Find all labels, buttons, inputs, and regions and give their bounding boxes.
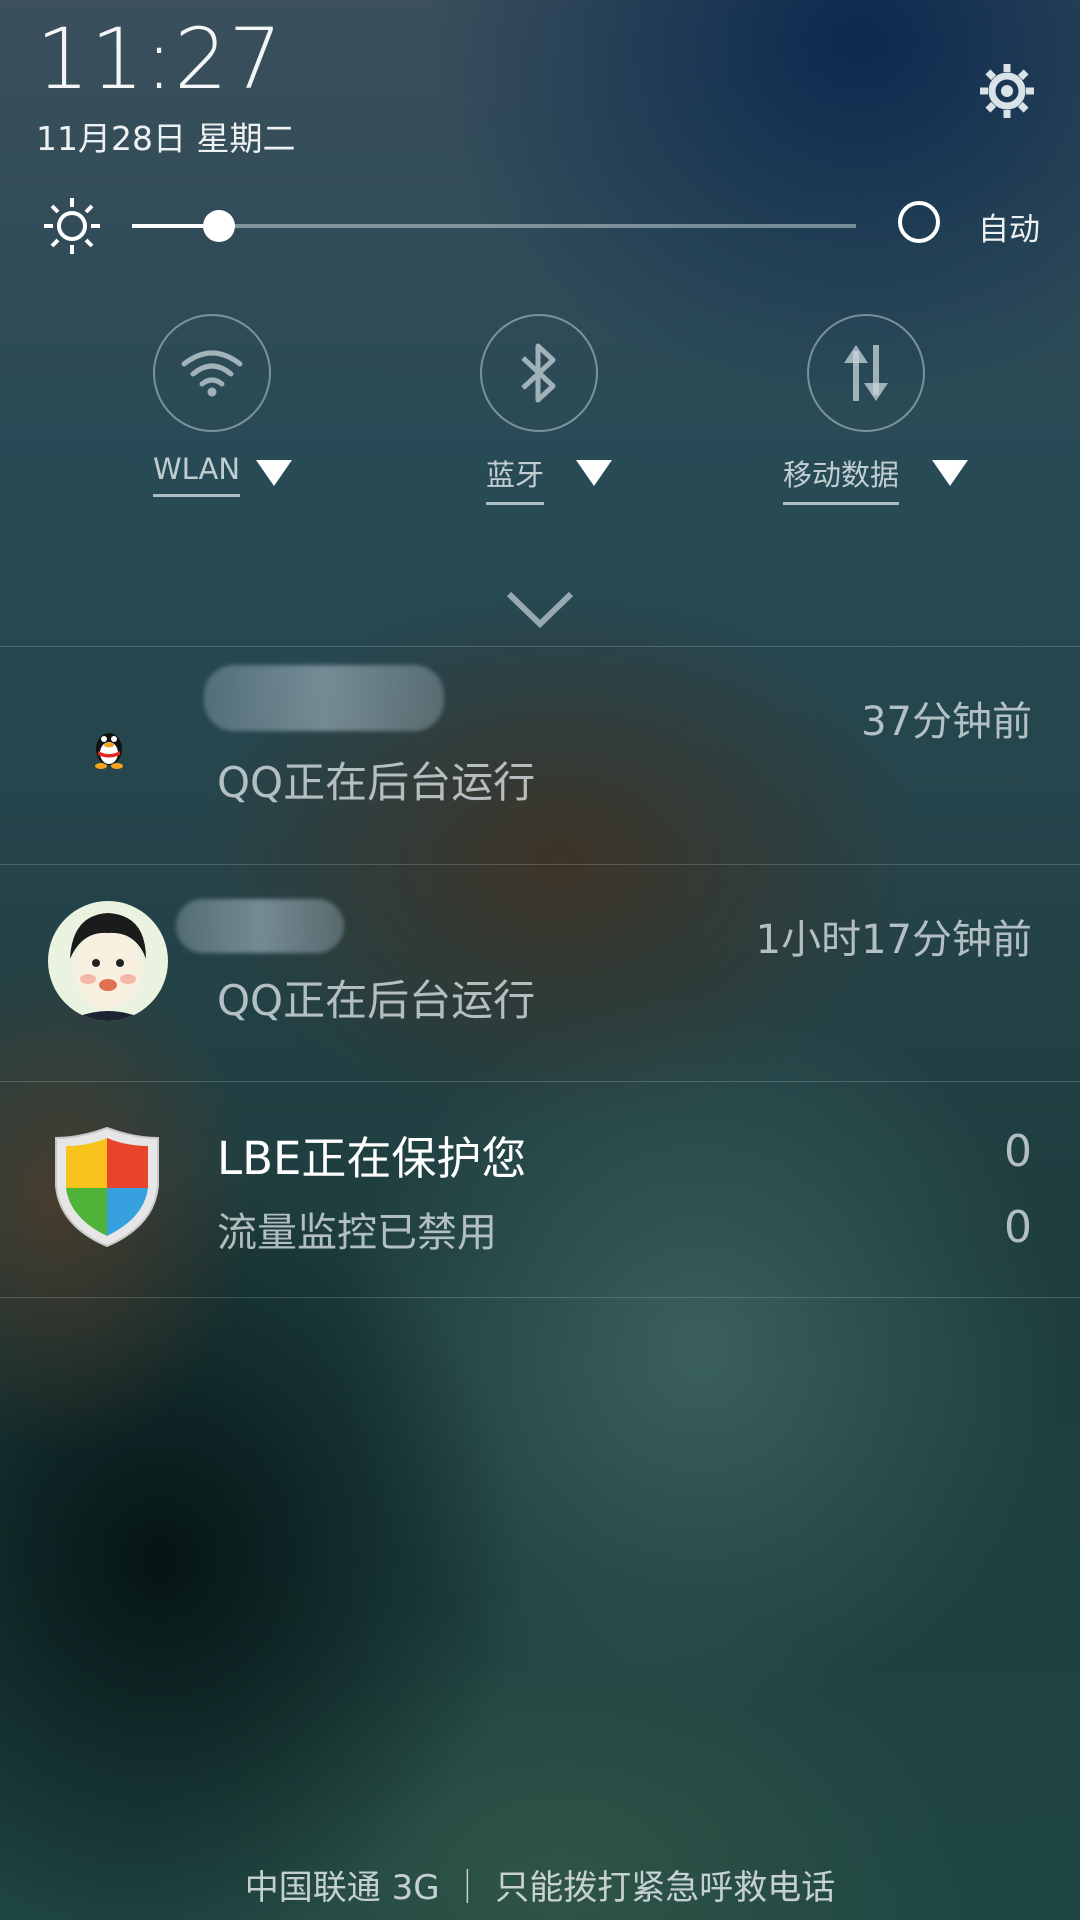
sun-icon bbox=[44, 198, 100, 254]
value-bottom: 0 bbox=[1004, 1202, 1032, 1253]
brightness-thumb[interactable] bbox=[202, 210, 235, 242]
notification-subtitle: QQ正在后台运行 bbox=[217, 976, 536, 1025]
avatar bbox=[48, 901, 168, 1021]
notification-subtitle: 流量监控已禁用 bbox=[217, 1210, 497, 1256]
notification-subtitle: QQ正在后台运行 bbox=[217, 758, 536, 807]
notification-qq-2[interactable]: 1小时17分钟前 QQ正在后台运行 bbox=[0, 865, 1080, 1081]
notification-time: 37分钟前 bbox=[861, 699, 1032, 745]
clock: 11:27 bbox=[36, 10, 284, 108]
bluetooth-icon bbox=[521, 343, 556, 403]
divider bbox=[0, 1297, 1080, 1298]
notification-title: LBE正在保护您 bbox=[217, 1132, 527, 1185]
carrier-status: 中国联通 3G ｜ 只能拨打紧急呼救电话 bbox=[244, 1868, 836, 1908]
date: 11月28日 星期二 bbox=[36, 119, 296, 158]
auto-brightness-checkbox[interactable] bbox=[898, 201, 940, 243]
auto-brightness-label: 自动 bbox=[978, 212, 1040, 248]
mobile-data-toggle[interactable] bbox=[807, 314, 925, 432]
redacted-title bbox=[176, 899, 344, 953]
wlan-expand-icon[interactable] bbox=[256, 460, 292, 486]
shield-icon bbox=[55, 1126, 159, 1248]
wifi-icon bbox=[181, 350, 243, 397]
qq-penguin-icon bbox=[95, 733, 123, 769]
bluetooth-label[interactable]: 蓝牙 bbox=[486, 452, 545, 505]
notification-lbe[interactable]: LBE正在保护您 流量监控已禁用 0 0 bbox=[0, 1082, 1080, 1297]
wlan-label[interactable]: WLAN bbox=[153, 452, 241, 497]
chevron-down-icon[interactable] bbox=[505, 588, 575, 632]
gear-icon[interactable] bbox=[976, 60, 1038, 122]
mobile-data-icon bbox=[844, 345, 888, 401]
bluetooth-toggle[interactable] bbox=[480, 314, 598, 432]
wlan-toggle[interactable] bbox=[153, 314, 271, 432]
bluetooth-expand-icon[interactable] bbox=[576, 460, 612, 486]
mobile-data-expand-icon[interactable] bbox=[932, 460, 968, 486]
brightness-slider[interactable] bbox=[132, 210, 856, 242]
notification-time: 1小时17分钟前 bbox=[755, 917, 1032, 963]
redacted-title bbox=[204, 665, 444, 731]
mobile-data-label[interactable]: 移动数据 bbox=[783, 452, 900, 505]
value-top: 0 bbox=[1004, 1126, 1032, 1177]
notification-qq-1[interactable]: 37分钟前 QQ正在后台运行 bbox=[0, 647, 1080, 864]
